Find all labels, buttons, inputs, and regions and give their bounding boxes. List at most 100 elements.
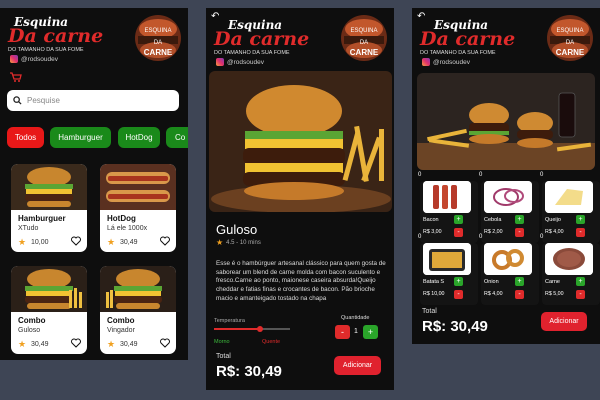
heart-icon[interactable] (160, 236, 170, 246)
search-placeholder: Pesquise (27, 96, 60, 105)
back-icon[interactable]: ↶ (211, 11, 219, 22)
product-name: Hamburguer (18, 214, 66, 223)
heart-icon[interactable] (71, 236, 81, 246)
add-ingredient-button[interactable]: + (576, 215, 585, 224)
category-combo[interactable]: Co (166, 127, 188, 148)
product-price: 10,00 (31, 239, 49, 246)
add-button[interactable]: Adicionar (334, 356, 381, 375)
product-image (11, 164, 87, 210)
product-sub: Lá ele 1000x (107, 225, 148, 232)
remove-ingredient-button[interactable]: - (515, 290, 524, 299)
ingredient-price: R$ 4,00 (484, 291, 503, 297)
remove-ingredient-button[interactable]: - (515, 228, 524, 237)
brand-logo: ESQUINA DA CARNE (547, 15, 593, 61)
combo-banner-image (417, 73, 595, 170)
ingredient-price: R$ 4,00 (545, 229, 564, 235)
product-image (11, 266, 87, 312)
product-rating: ★ 4.5 - 10 mins (216, 238, 261, 247)
remove-ingredient-button[interactable]: - (454, 228, 463, 237)
quantity-plus-button[interactable]: + (363, 325, 378, 339)
ingredient-card: 0 Bacon R$ 3,00 + - (418, 172, 478, 243)
cart-icon[interactable] (10, 72, 22, 82)
svg-text:ESQUINA: ESQUINA (350, 28, 377, 34)
ingredient-price: R$ 3,00 (423, 229, 442, 235)
product-card[interactable]: Combo Guloso ★ 30,49 (11, 266, 87, 354)
fries-image (423, 243, 471, 275)
quantity-label: Quantidade (341, 315, 370, 321)
instagram-text: @rodsoudev (227, 58, 264, 66)
temperature-slider[interactable] (214, 326, 290, 332)
ingredient-price: R$ 5,00 (545, 291, 564, 297)
meat-image (545, 243, 593, 275)
product-image (100, 266, 176, 312)
add-ingredient-button[interactable]: + (576, 277, 585, 286)
add-ingredient-button[interactable]: + (515, 277, 524, 286)
ingredient-count: 0 (418, 234, 422, 240)
ingredient-card: 0 Carne R$ 5,00 + - (540, 234, 600, 305)
ingredient-card: 0 Queijo R$ 4,00 + - (540, 172, 600, 243)
category-hamburguer[interactable]: Hamburguer (50, 127, 111, 148)
add-ingredient-button[interactable]: + (454, 277, 463, 286)
rating-text: 4.5 - 10 mins (226, 239, 261, 246)
bacon-image (423, 181, 471, 213)
product-description: Esse é o hambúrguer artesanal clássico p… (216, 260, 386, 302)
brand-logo: ESQUINA DA CARNE (341, 15, 387, 61)
product-name: Combo (107, 316, 135, 325)
header: Esquina Da carne DO TAMANHO DA SUA FOME … (0, 8, 188, 64)
instagram-icon (10, 55, 18, 63)
product-name: Combo (18, 316, 46, 325)
instagram-handle[interactable]: @rodsoudev (422, 58, 470, 66)
instagram-handle[interactable]: @rodsoudev (216, 58, 264, 66)
remove-ingredient-button[interactable]: - (576, 228, 585, 237)
svg-text:CARNE: CARNE (350, 48, 379, 57)
product-card[interactable]: HotDog Lá ele 1000x ★ 30,49 (100, 164, 176, 252)
back-icon[interactable]: ↶ (417, 11, 425, 22)
brand-tagline: DO TAMANHO DA SUA FOME (214, 50, 290, 56)
product-card[interactable]: Hamburguer XTudo ★ 10,00 (11, 164, 87, 252)
slider-knob[interactable] (256, 326, 263, 332)
total-label: Total (216, 353, 231, 360)
category-hotdog[interactable]: HotDog (118, 127, 160, 148)
star-icon: ★ (107, 339, 116, 349)
product-sub: XTudo (18, 225, 39, 232)
temperature-min: Morno (214, 339, 230, 345)
product-price: 30,49 (120, 341, 138, 348)
add-ingredient-button[interactable]: + (454, 215, 463, 224)
onion-rings-image (484, 243, 532, 275)
brand-main: Da carne (420, 28, 516, 50)
svg-text:DA: DA (566, 40, 574, 46)
add-button[interactable]: Adicionar (541, 312, 587, 331)
heart-icon[interactable] (71, 338, 81, 348)
ingredient-count: 0 (418, 172, 422, 178)
star-icon: ★ (107, 237, 116, 247)
search-icon (13, 96, 22, 105)
total-value: R$: 30,49 (216, 363, 282, 380)
header: ↶ Esquina Da carne DO TAMANHO DA SUA FOM… (412, 8, 600, 66)
search-input[interactable]: Pesquise (7, 90, 179, 111)
remove-ingredient-button[interactable]: - (576, 290, 585, 299)
product-card[interactable]: Combo Vingador ★ 30,49 (100, 266, 176, 354)
ingredient-name: Onion (484, 279, 499, 285)
star-icon: ★ (18, 237, 27, 247)
product-sub: Vingador (107, 327, 135, 334)
ingredient-name: Bacon (423, 217, 439, 223)
svg-text:DA: DA (360, 40, 368, 46)
svg-text:CARNE: CARNE (556, 48, 585, 57)
add-ingredient-button[interactable]: + (515, 215, 524, 224)
remove-ingredient-button[interactable]: - (454, 290, 463, 299)
star-icon: ★ (216, 238, 224, 247)
product-price: 30,49 (31, 341, 49, 348)
category-all[interactable]: Todos (7, 127, 44, 148)
onion-image (484, 181, 532, 213)
ingredient-name: Carne (545, 279, 560, 285)
ingredient-count: 0 (479, 234, 483, 240)
instagram-handle[interactable]: @rodsoudev (10, 55, 58, 63)
ingredient-price: R$ 10,00 (423, 291, 445, 297)
temperature-label: Temperatura (214, 318, 245, 324)
quantity-minus-button[interactable]: - (335, 325, 350, 339)
product-image (100, 164, 176, 210)
ingredient-name: Queijo (545, 217, 561, 223)
heart-icon[interactable] (160, 338, 170, 348)
svg-text:DA: DA (154, 40, 162, 46)
svg-text:CARNE: CARNE (144, 48, 173, 57)
